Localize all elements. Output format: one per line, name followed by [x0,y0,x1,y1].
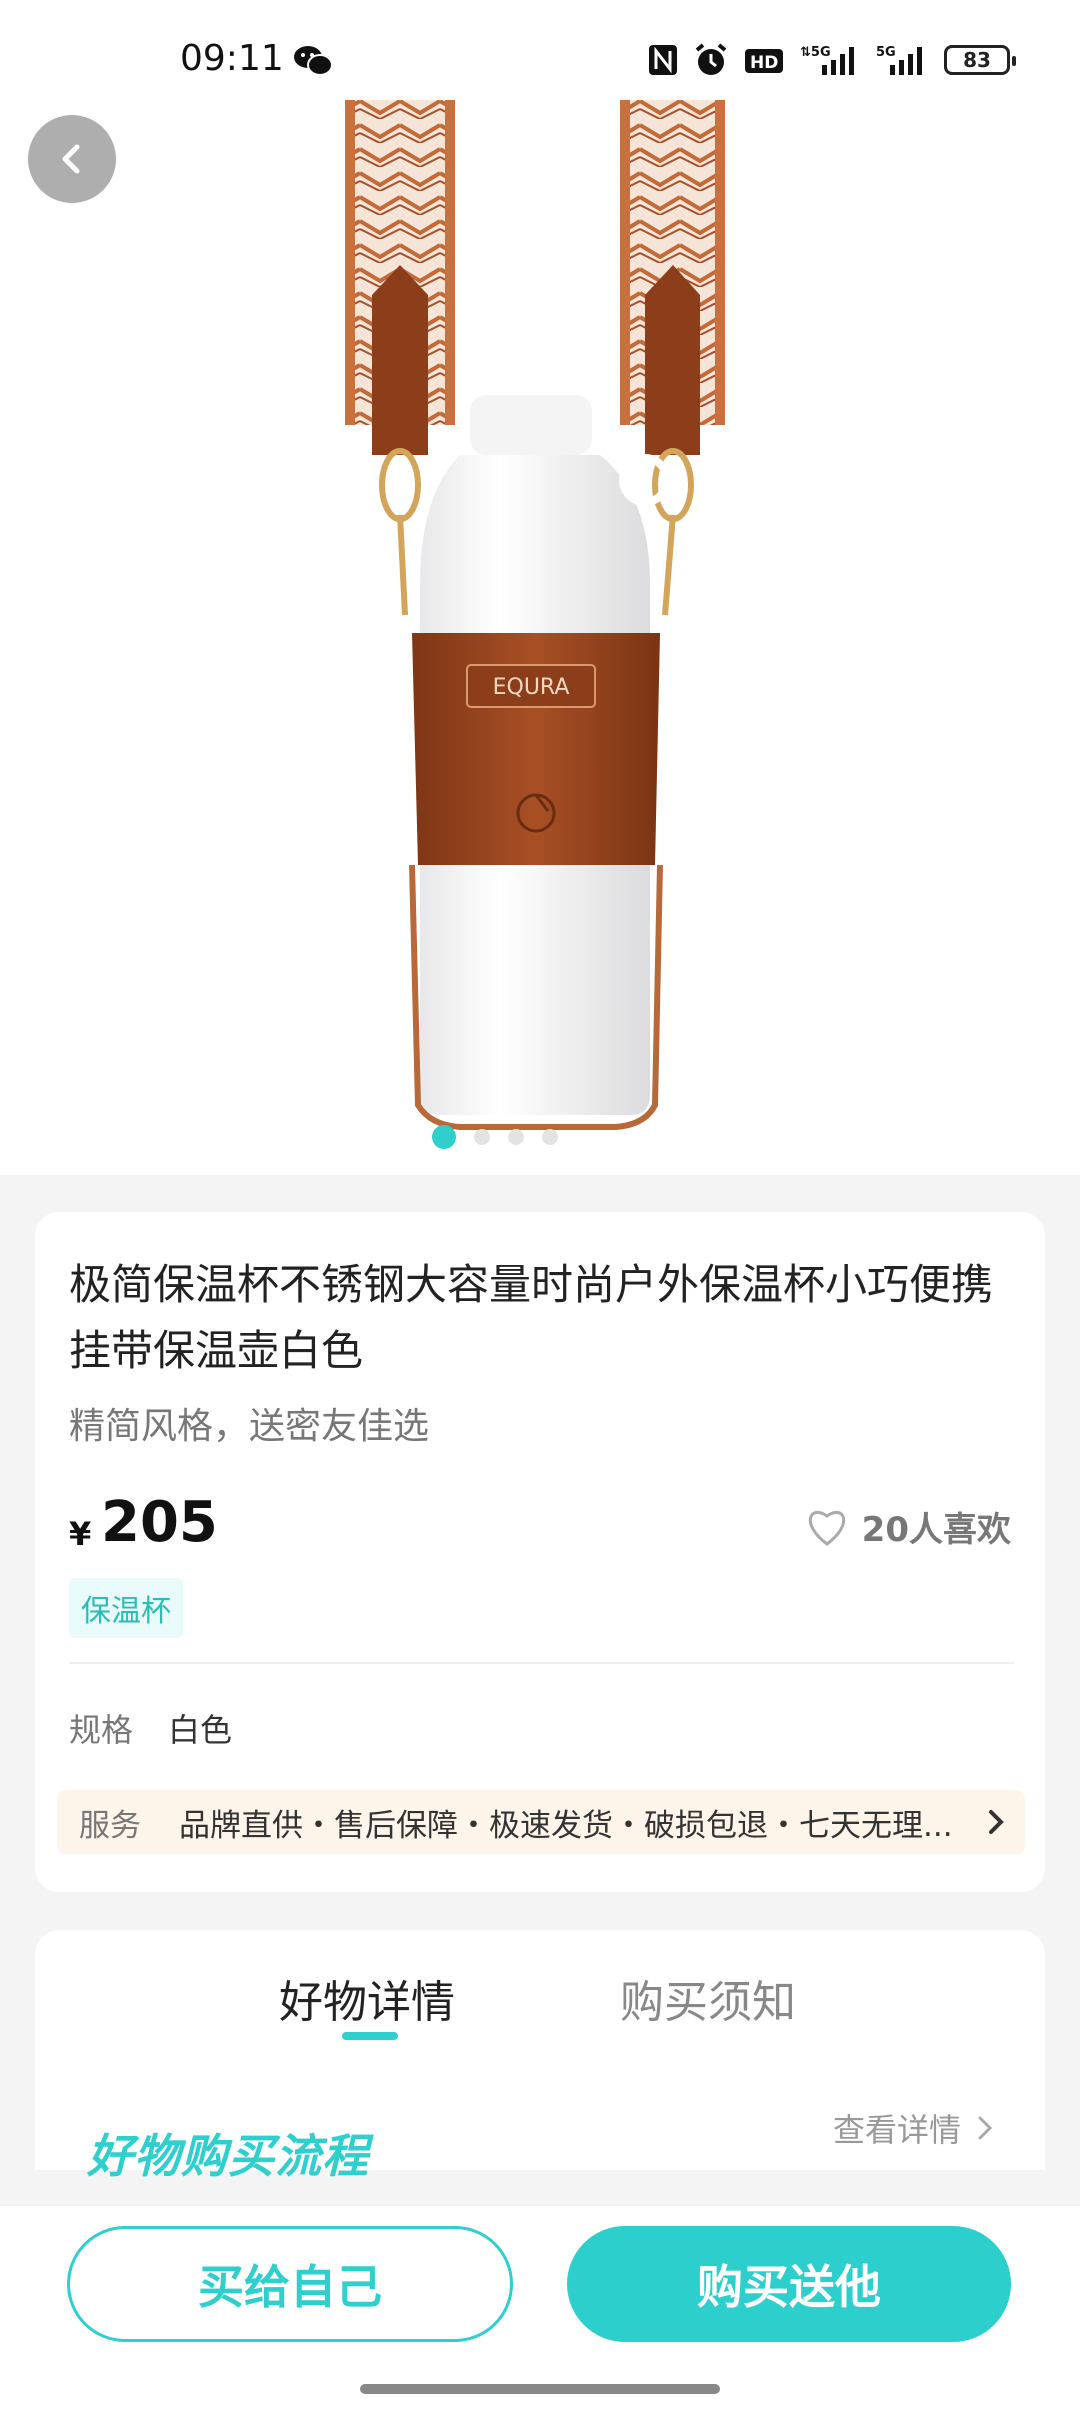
product-title: 极简保温杯不锈钢大容量时尚户外保温杯小巧便携挂带保温壶白色 [69,1260,994,1375]
chevron-right-icon [978,2116,993,2140]
view-details-link[interactable]: 查看详情 [833,2105,995,2151]
product-image: EQURA [345,95,725,1130]
divider [69,1662,1014,1664]
hd-icon: HD [745,49,783,73]
nfc-icon [649,45,677,75]
carousel-dot[interactable] [508,1129,524,1145]
tab-active-indicator [342,2032,398,2040]
status-time: 09:11 [180,38,284,79]
bottom-action-bar: 买给自己 购买送他 [0,2205,1080,2412]
product-image-carousel[interactable]: EQURA [0,95,1080,1175]
chevron-right-icon [989,1810,1004,1834]
service-label: 服务 [79,1807,141,1844]
buy-as-gift-button[interactable]: 购买送他 [567,2226,1011,2342]
carousel-dot[interactable] [474,1129,490,1145]
tab-product-detail[interactable]: 好物详情 [279,1966,455,2030]
status-bar: 09:11 HD ⇅5G 5G 83 [0,0,1080,100]
likes-count: 20人喜欢 [861,1510,1011,1550]
chevron-left-icon [62,144,80,174]
battery-icon: 83 [944,45,1016,75]
category-tag: 保温杯 [69,1578,183,1638]
price-currency: ¥ [69,1515,92,1553]
detail-section: 好物详情 购买须知 好物购买流程 查看详情 [35,1930,1045,2183]
brand-patch-text: EQURA [493,675,570,700]
spec-value[interactable]: 白色 [168,1705,232,1751]
product-info-card: 极简保温杯不锈钢大容量时尚户外保温杯小巧便携挂带保温壶白色 精简风格，送密友佳选… [35,1212,1045,1892]
buy-for-self-button[interactable]: 买给自己 [67,2226,513,2342]
signal-5g-icon: ⇅5G [800,45,854,75]
battery-level: 83 [963,48,991,72]
home-indicator[interactable] [360,2384,720,2394]
carousel-dots [0,1122,1080,1152]
wechat-icon [294,46,333,76]
svg-text:HD: HD [750,53,778,73]
product-subtitle: 精简风格，送密友佳选 [69,1406,430,1447]
view-details-label: 查看详情 [832,2111,961,2149]
purchase-process-title: 好物购买流程 [87,2129,369,2183]
service-row[interactable]: 服务 品牌直供・售后保障・极速发货・破损包退・七天无理... [57,1790,1025,1854]
tab-purchase-notice[interactable]: 购买须知 [620,1966,796,2030]
like-button[interactable]: 20人喜欢 [804,1502,1011,1551]
status-icons: HD ⇅5G 5G 83 [648,40,1016,80]
svg-text:⇅5G: ⇅5G [800,45,831,60]
svg-text:5G: 5G [876,45,896,60]
alarm-icon [695,43,727,75]
carousel-dot-active[interactable] [432,1125,456,1149]
back-button[interactable] [28,115,116,203]
heart-icon [808,1510,845,1546]
spec-label: 规格 [69,1711,134,1749]
signal-5g-icon-2: 5G [876,45,922,75]
carousel-dot[interactable] [542,1129,558,1145]
product-price: 205 [101,1490,218,1555]
service-text: 品牌直供・售后保障・极速发货・破损包退・七天无理... [179,1807,953,1844]
